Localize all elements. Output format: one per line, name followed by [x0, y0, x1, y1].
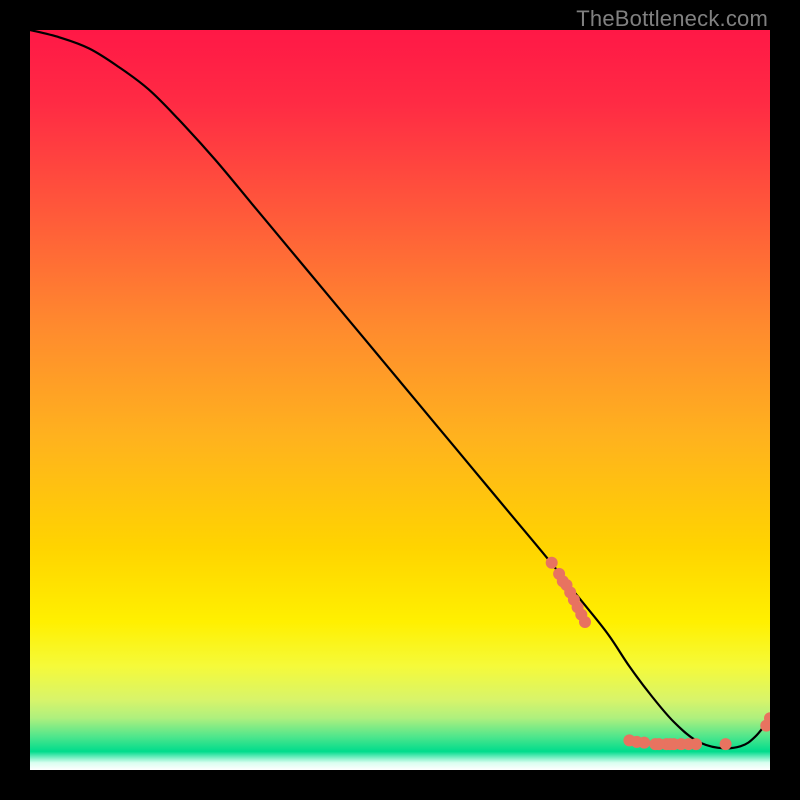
data-point: [720, 738, 732, 750]
data-point: [638, 737, 650, 749]
gradient-background: [30, 30, 770, 770]
chart-svg: [30, 30, 770, 770]
plot-area: [30, 30, 770, 770]
chart-container: TheBottleneck.com: [0, 0, 800, 800]
watermark-text: TheBottleneck.com: [576, 6, 768, 32]
data-point: [546, 557, 558, 569]
data-point: [690, 738, 702, 750]
data-point: [579, 616, 591, 628]
